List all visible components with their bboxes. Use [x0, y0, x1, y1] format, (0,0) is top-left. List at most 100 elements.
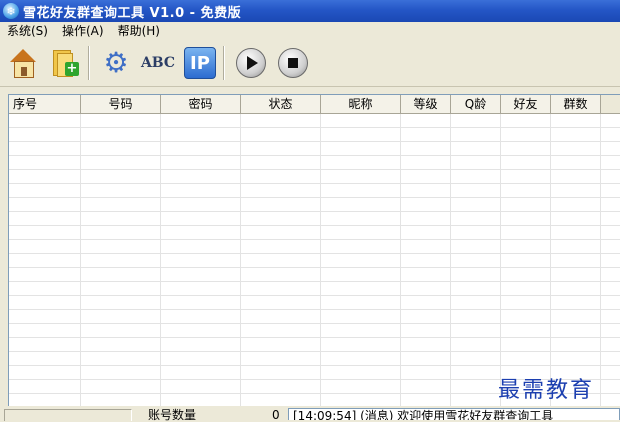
play-icon: [236, 48, 266, 78]
table-row[interactable]: [9, 324, 620, 338]
table-row[interactable]: [9, 310, 620, 324]
table-cell: [501, 282, 551, 295]
column-header-qage[interactable]: Q龄: [451, 95, 501, 113]
column-header-number[interactable]: 号码: [81, 95, 161, 113]
table-row[interactable]: [9, 114, 620, 128]
table-cell: [81, 310, 161, 323]
table-cell: [551, 268, 601, 281]
column-header-level[interactable]: 等级: [401, 95, 451, 113]
abc-button[interactable]: ABC: [139, 44, 177, 82]
table-row[interactable]: [9, 170, 620, 184]
table-cell: [161, 254, 241, 267]
table-cell: [501, 142, 551, 155]
table-row[interactable]: [9, 184, 620, 198]
table-cell: [9, 128, 81, 141]
table-cell: [551, 128, 601, 141]
table-body[interactable]: [9, 114, 620, 407]
table-row[interactable]: [9, 212, 620, 226]
account-table[interactable]: 序号 号码 密码 状态 昵称 等级 Q龄 好友 群数: [8, 94, 620, 407]
table-row[interactable]: [9, 254, 620, 268]
table-cell: [81, 380, 161, 393]
table-cell: [321, 254, 401, 267]
ip-button[interactable]: IP: [181, 44, 219, 82]
table-cell: [451, 282, 501, 295]
column-header-index[interactable]: 序号: [9, 95, 81, 113]
table-row[interactable]: [9, 226, 620, 240]
home-button[interactable]: [4, 44, 42, 82]
table-cell: [321, 156, 401, 169]
table-cell: [9, 156, 81, 169]
start-button[interactable]: [232, 44, 270, 82]
table-cell: [9, 282, 81, 295]
table-cell: [81, 184, 161, 197]
title-bar[interactable]: ❄ 雪花好友群查询工具 V1.0 - 免费版: [0, 0, 620, 22]
table-cell: [161, 198, 241, 211]
table-cell: [501, 128, 551, 141]
table-cell: [81, 268, 161, 281]
table-cell: [401, 324, 451, 337]
table-cell: [451, 296, 501, 309]
table-row[interactable]: [9, 296, 620, 310]
table-cell: [241, 226, 321, 239]
table-cell: [501, 310, 551, 323]
settings-button[interactable]: ⚙: [97, 44, 135, 82]
table-cell: [161, 184, 241, 197]
home-icon: [10, 49, 36, 78]
table-row[interactable]: [9, 352, 620, 366]
table-cell: [501, 114, 551, 127]
column-header-nickname[interactable]: 昵称: [321, 95, 401, 113]
table-cell: [9, 114, 81, 127]
table-cell: [401, 268, 451, 281]
table-row[interactable]: [9, 142, 620, 156]
column-header-status[interactable]: 状态: [241, 95, 321, 113]
table-cell: [321, 380, 401, 393]
column-header-friends[interactable]: 好友: [501, 95, 551, 113]
table-cell: [501, 254, 551, 267]
table-cell: [161, 128, 241, 141]
table-cell: [451, 170, 501, 183]
table-cell: [161, 114, 241, 127]
table-cell: [321, 338, 401, 351]
table-row[interactable]: [9, 268, 620, 282]
table-cell: [161, 338, 241, 351]
column-header-groups[interactable]: 群数: [551, 95, 601, 113]
table-cell: [551, 198, 601, 211]
stop-button[interactable]: [274, 44, 312, 82]
menu-system[interactable]: 系统(S): [0, 22, 55, 40]
table-cell: [501, 324, 551, 337]
table-cell: [401, 310, 451, 323]
snowflake-icon: ❄: [3, 3, 19, 19]
table-cell: [551, 338, 601, 351]
table-cell: [241, 352, 321, 365]
table-row[interactable]: [9, 240, 620, 254]
table-row[interactable]: [9, 338, 620, 352]
table-cell: [241, 142, 321, 155]
table-cell: [321, 366, 401, 379]
menu-operate[interactable]: 操作(A): [55, 22, 111, 40]
table-row[interactable]: [9, 282, 620, 296]
table-row[interactable]: [9, 128, 620, 142]
table-cell: [451, 184, 501, 197]
table-cell: [451, 380, 501, 393]
abc-icon: ABC: [140, 55, 176, 71]
table-cell: [9, 254, 81, 267]
table-cell: [551, 170, 601, 183]
table-cell: [321, 310, 401, 323]
table-cell: [241, 366, 321, 379]
table-cell: [451, 212, 501, 225]
table-cell: [451, 114, 501, 127]
table-cell: [81, 114, 161, 127]
table-cell: [501, 352, 551, 365]
table-cell: [9, 380, 81, 393]
import-button[interactable]: +: [46, 44, 84, 82]
table-row[interactable]: [9, 156, 620, 170]
table-cell: [401, 366, 451, 379]
table-row[interactable]: [9, 198, 620, 212]
table-cell: [9, 198, 81, 211]
table-cell: [451, 142, 501, 155]
gear-icon: ⚙: [103, 46, 129, 79]
column-header-password[interactable]: 密码: [161, 95, 241, 113]
table-cell: [161, 380, 241, 393]
menu-help[interactable]: 帮助(H): [111, 22, 167, 40]
table-cell: [161, 310, 241, 323]
